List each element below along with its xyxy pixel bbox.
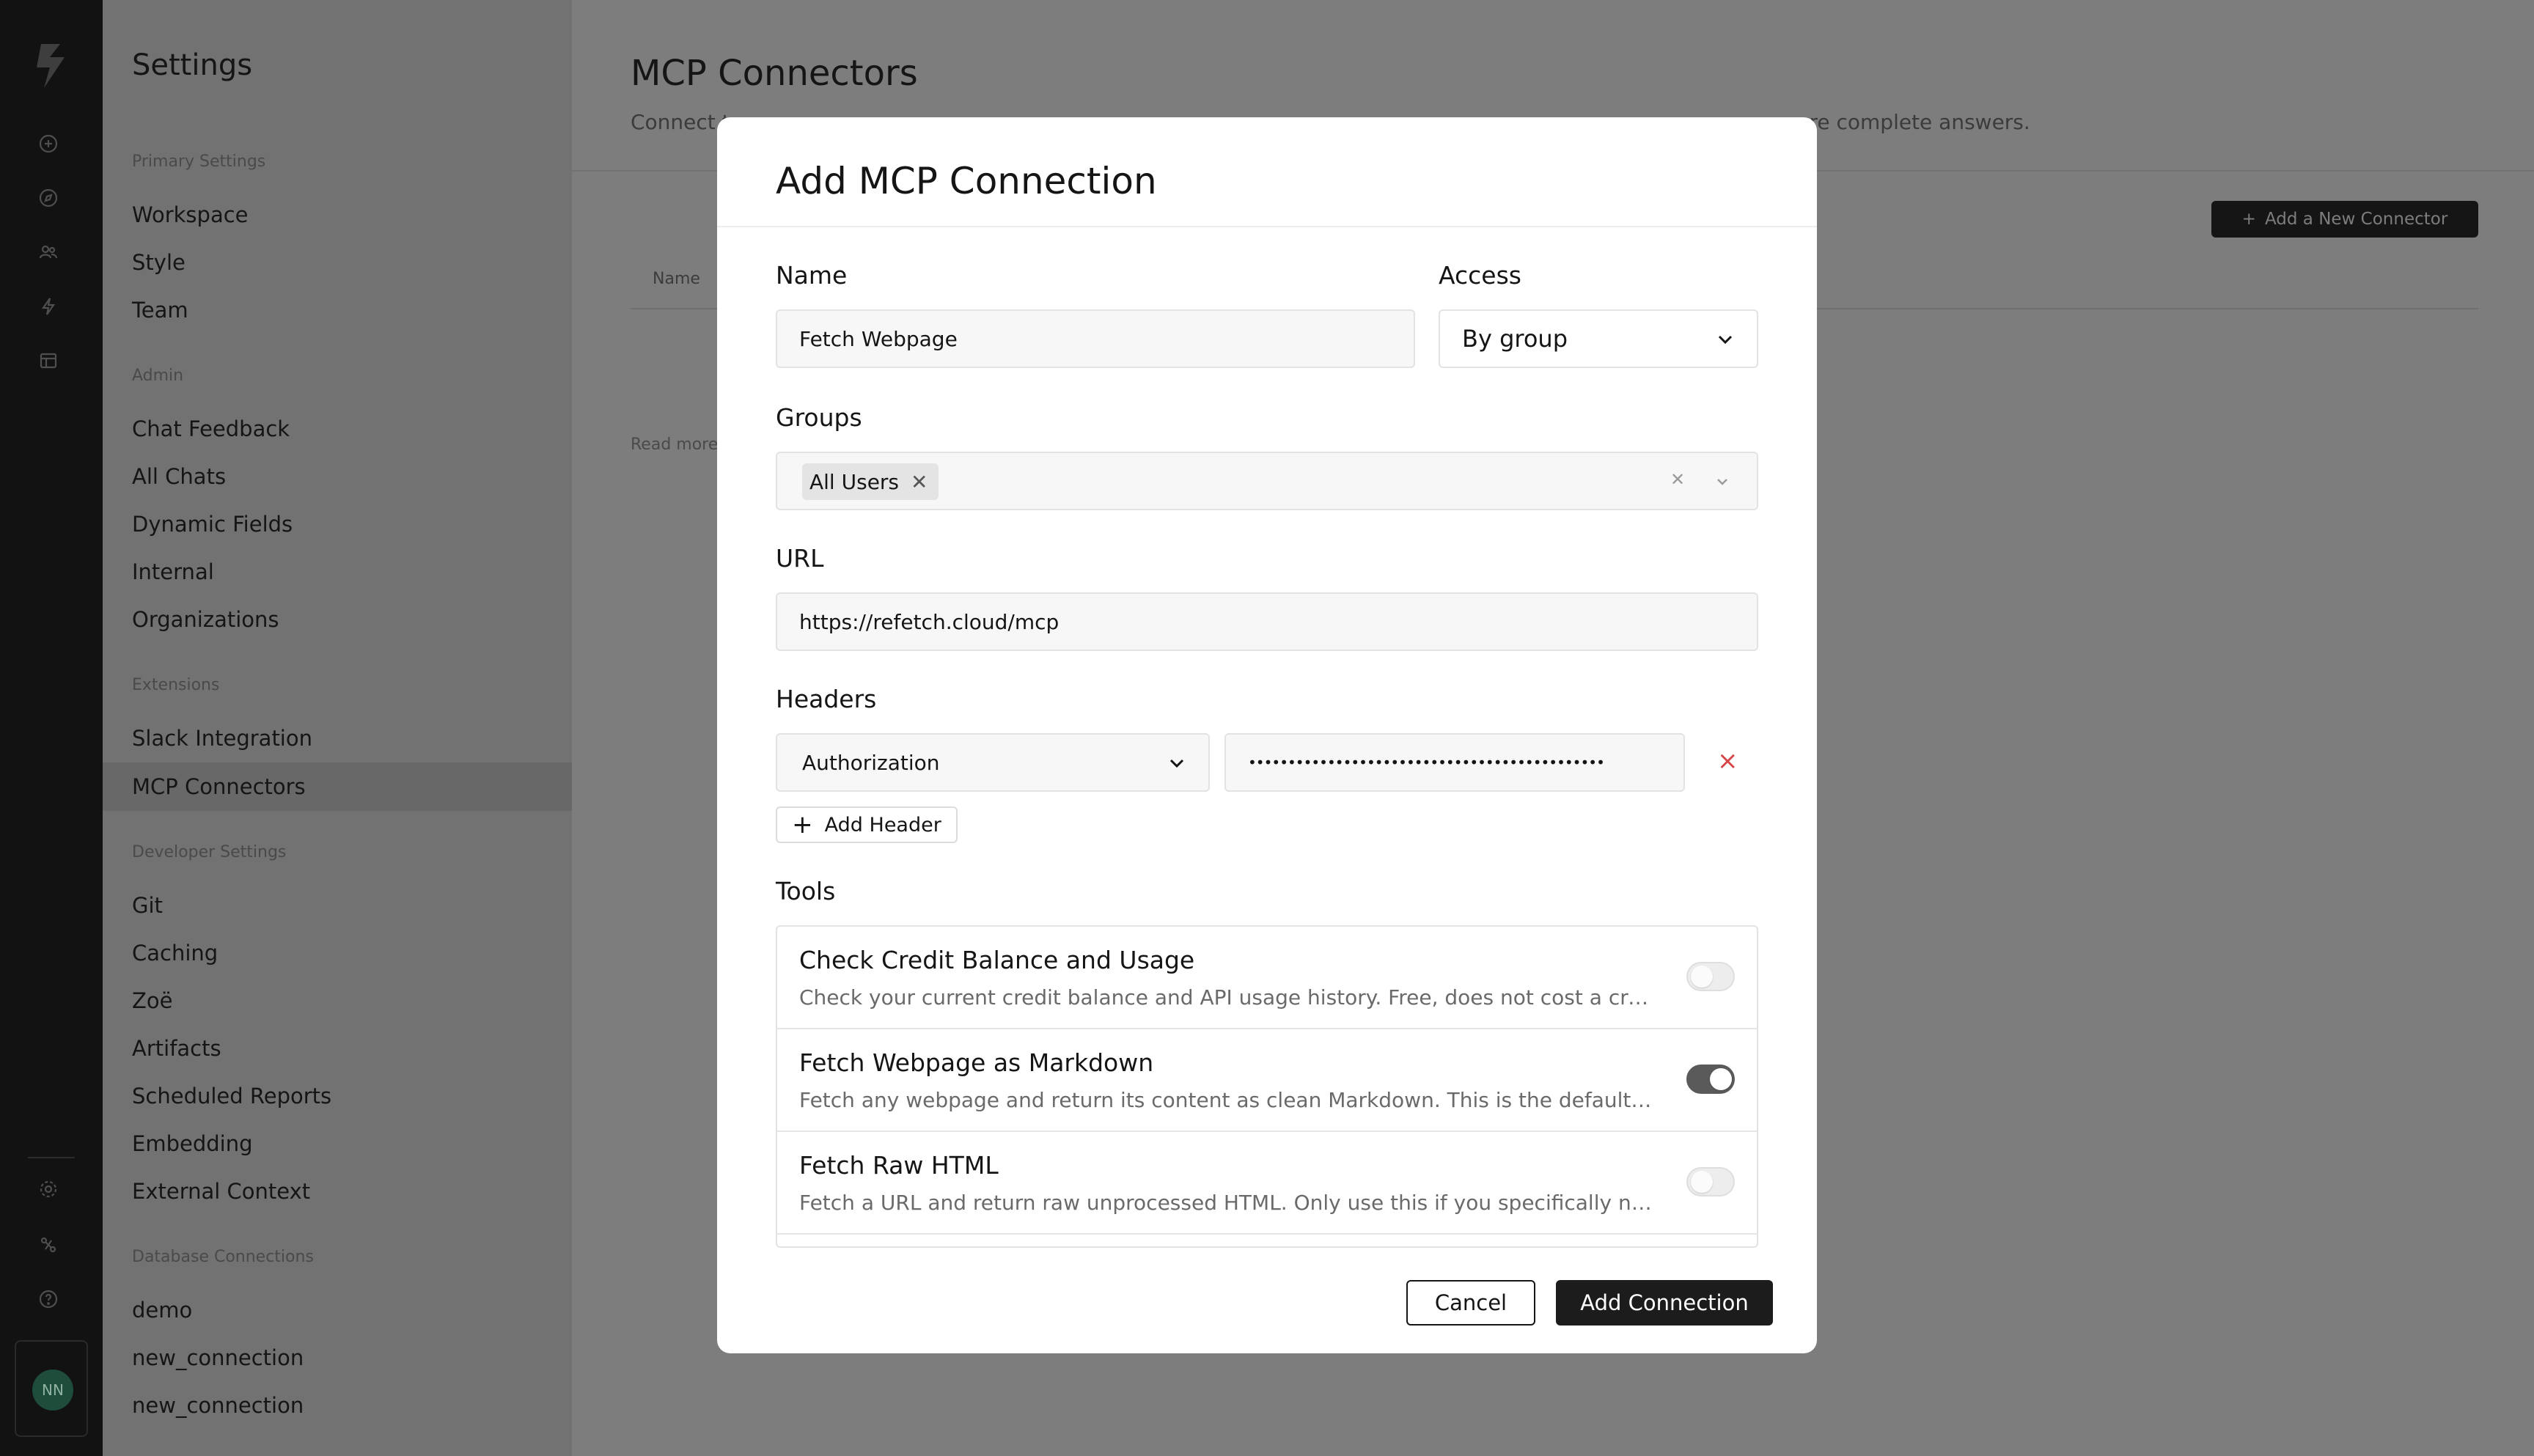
rail-divider <box>28 1157 75 1158</box>
sidebar-title: Settings <box>132 48 253 82</box>
chevron-down-icon <box>1714 328 1736 350</box>
tool-toggle[interactable] <box>1686 1065 1735 1094</box>
add-header-label: Add Header <box>824 813 941 837</box>
groups-label: Groups <box>776 403 862 432</box>
compass-icon[interactable] <box>34 183 63 213</box>
plus-circle-icon[interactable] <box>34 129 63 158</box>
bolt-icon[interactable] <box>34 292 63 321</box>
clear-icon[interactable]: ✕ <box>1670 469 1685 490</box>
tools-list: Check Credit Balance and Usage Check you… <box>776 925 1758 1248</box>
sidebar-item-slack-integration[interactable]: Slack Integration <box>103 714 572 762</box>
sidebar-item-git[interactable]: Git <box>103 881 572 930</box>
groups-multiselect[interactable]: All Users ✕ ✕ <box>776 452 1758 510</box>
cancel-button[interactable]: Cancel <box>1406 1280 1535 1326</box>
section-label-extensions: Extensions <box>132 676 220 694</box>
name-input[interactable]: Fetch Webpage <box>776 309 1415 368</box>
sidebar-item-internal[interactable]: Internal <box>103 548 572 596</box>
sidebar-item-caching[interactable]: Caching <box>103 929 572 977</box>
sidebar-item-organizations[interactable]: Organizations <box>103 595 572 644</box>
tool-description: Fetch any webpage and return its content… <box>799 1088 1657 1112</box>
sidebar-item-new-connection-2[interactable]: new_connection <box>103 1381 572 1430</box>
dialog-header: Add MCP Connection <box>717 117 1817 227</box>
users-icon[interactable] <box>34 238 63 267</box>
tool-name: Fetch Raw HTML <box>799 1151 999 1180</box>
tool-description: Fetch a URL and return raw unprocessed H… <box>799 1191 1657 1215</box>
tools-label: Tools <box>776 877 836 905</box>
access-select-value: By group <box>1462 325 1568 353</box>
url-label: URL <box>776 544 824 573</box>
remove-tag-icon[interactable]: ✕ <box>911 470 928 494</box>
section-label-database-connections: Database Connections <box>132 1248 314 1266</box>
add-connector-button[interactable]: + Add a New Connector <box>2211 201 2478 238</box>
tool-toggle[interactable] <box>1686 962 1735 991</box>
avatar[interactable]: NN <box>32 1369 73 1411</box>
group-tag-label: All Users <box>809 469 900 494</box>
name-label: Name <box>776 261 848 290</box>
add-header-button[interactable]: + Add Header <box>776 806 958 843</box>
page-subtitle-start: Connect t <box>631 110 730 134</box>
plus-icon: + <box>792 810 813 839</box>
tool-row: Fetch Webpage as Markdown Fetch any webp… <box>777 1029 1757 1132</box>
sidebar-item-artifacts[interactable]: Artifacts <box>103 1024 572 1073</box>
chevron-down-icon <box>1166 752 1188 774</box>
app-rail: NN <box>0 0 103 1456</box>
tool-row: Check Credit Balance and Usage Check you… <box>777 927 1757 1029</box>
access-label: Access <box>1439 261 1521 290</box>
page-subtitle-end: re complete answers. <box>1809 110 2030 134</box>
add-connection-button[interactable]: Add Connection <box>1556 1280 1773 1326</box>
toggle-knob <box>1691 966 1713 988</box>
add-connector-label: Add a New Connector <box>2264 210 2448 229</box>
sidebar-item-embedding[interactable]: Embedding <box>103 1119 572 1168</box>
table-icon[interactable] <box>34 346 63 375</box>
column-header-name[interactable]: Name <box>653 270 700 288</box>
settings-sidebar: Settings Primary Settings Workspace Styl… <box>103 0 572 1456</box>
user-menu[interactable]: NN <box>15 1340 88 1437</box>
tool-name: Check Credit Balance and Usage <box>799 946 1195 974</box>
read-more-link[interactable]: Read more <box>631 435 718 454</box>
tool-row: Fetch Raw HTML Fetch a URL and return ra… <box>777 1132 1757 1235</box>
tool-name: Fetch Webpage as Markdown <box>799 1048 1154 1077</box>
sidebar-item-mcp-connectors[interactable]: MCP Connectors <box>103 762 572 811</box>
sidebar-item-style[interactable]: Style <box>103 238 572 287</box>
access-select[interactable]: By group <box>1439 309 1758 368</box>
sidebar-item-team[interactable]: Team <box>103 286 572 334</box>
dialog-title: Add MCP Connection <box>776 160 1157 202</box>
tool-toggle[interactable] <box>1686 1167 1735 1196</box>
toggle-knob <box>1691 1171 1713 1193</box>
tool-description: Check your current credit balance and AP… <box>799 985 1657 1010</box>
connector-icon[interactable] <box>34 1230 63 1260</box>
logo-icon[interactable] <box>28 40 72 92</box>
headers-label: Headers <box>776 685 877 713</box>
plus-icon: + <box>2241 210 2256 229</box>
sidebar-item-dynamic-fields[interactable]: Dynamic Fields <box>103 500 572 548</box>
help-icon[interactable] <box>34 1284 63 1314</box>
section-label-primary-settings: Primary Settings <box>132 152 266 171</box>
header-value: ••••••••••••••••••••••••••••••••••••••••… <box>1248 754 1605 771</box>
name-input-value: Fetch Webpage <box>799 326 958 351</box>
section-label-developer-settings: Developer Settings <box>132 843 287 861</box>
url-input-value: https://refetch.cloud/mcp <box>799 609 1059 634</box>
chevron-down-icon[interactable] <box>1711 471 1733 493</box>
sidebar-item-workspace[interactable]: Workspace <box>103 191 572 239</box>
remove-header-icon[interactable]: × <box>1717 746 1738 776</box>
toggle-knob <box>1710 1068 1732 1090</box>
section-label-admin: Admin <box>132 367 184 385</box>
sidebar-item-new-connection[interactable]: new_connection <box>103 1334 572 1382</box>
gear-icon[interactable] <box>34 1174 63 1204</box>
header-value-input[interactable]: ••••••••••••••••••••••••••••••••••••••••… <box>1224 733 1685 792</box>
sidebar-item-demo[interactable]: demo <box>103 1286 572 1334</box>
header-key-select[interactable]: Authorization <box>776 733 1210 792</box>
sidebar-item-chat-feedback[interactable]: Chat Feedback <box>103 405 572 453</box>
header-key-value: Authorization <box>802 750 940 775</box>
page-title: MCP Connectors <box>631 53 918 94</box>
group-tag: All Users ✕ <box>802 463 939 500</box>
sidebar-item-scheduled-reports[interactable]: Scheduled Reports <box>103 1072 572 1120</box>
url-input[interactable]: https://refetch.cloud/mcp <box>776 592 1758 651</box>
sidebar-item-external-context[interactable]: External Context <box>103 1167 572 1216</box>
add-mcp-connection-dialog: Add MCP Connection Name Fetch Webpage Ac… <box>717 117 1817 1353</box>
sidebar-item-zoe[interactable]: Zoë <box>103 977 572 1025</box>
sidebar-item-all-chats[interactable]: All Chats <box>103 452 572 501</box>
